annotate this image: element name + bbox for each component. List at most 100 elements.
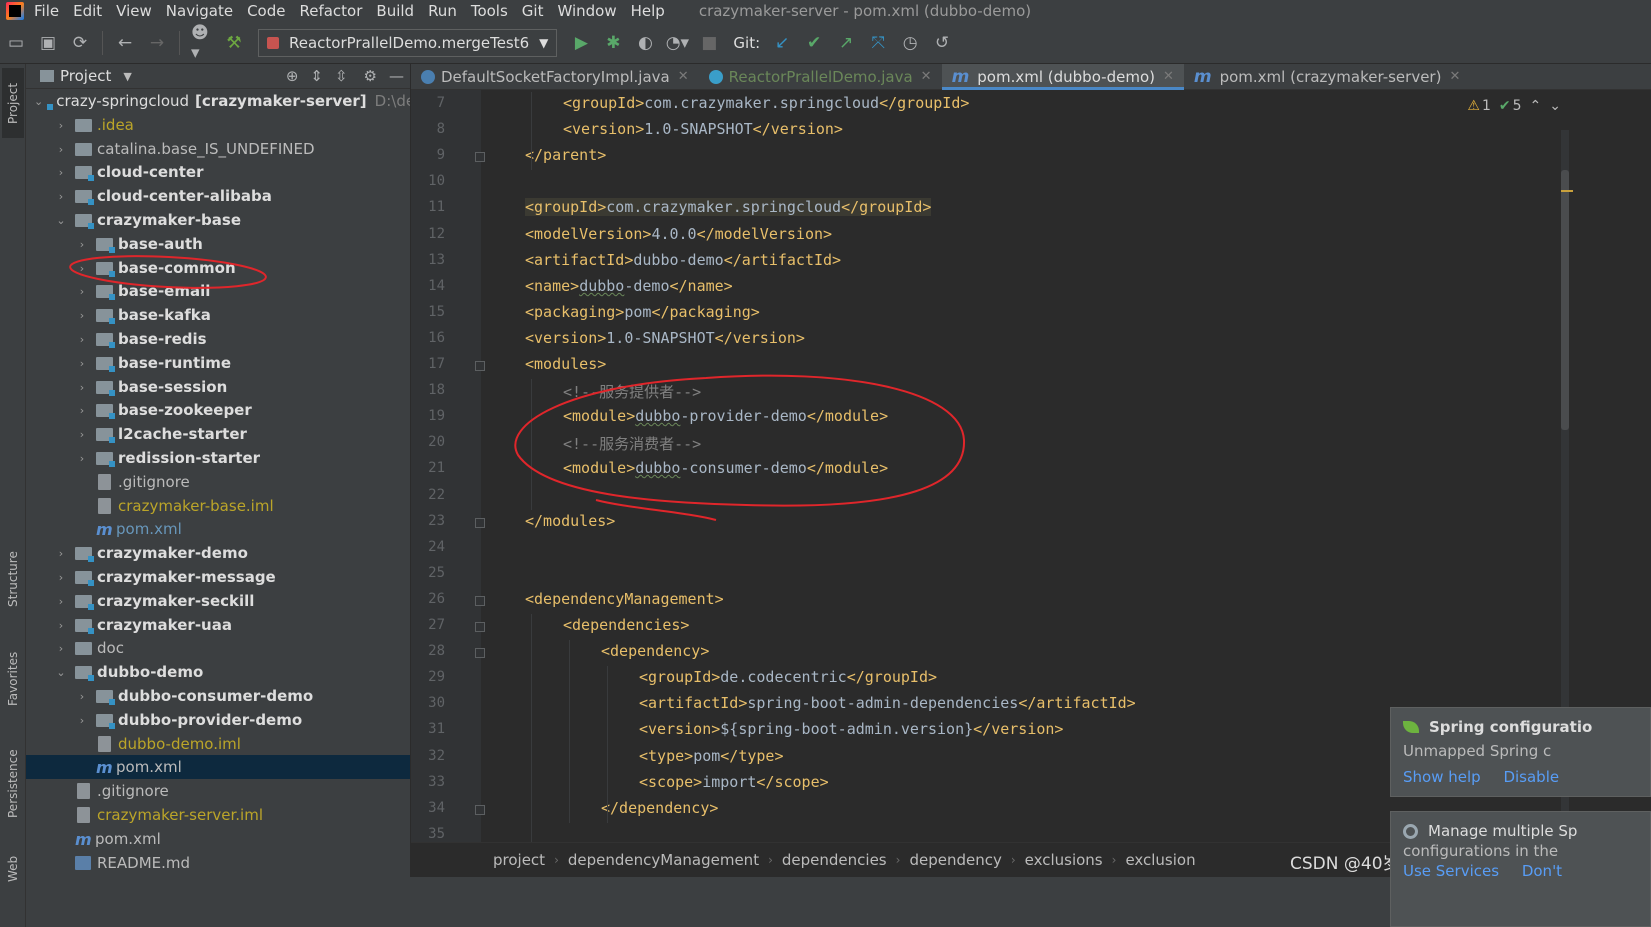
tree-item[interactable]: › cloud-center	[26, 160, 410, 184]
git-rollback-icon[interactable]: ↺	[931, 32, 953, 54]
code-line[interactable]: </dependency>	[601, 799, 718, 817]
fold-marker-icon[interactable]	[475, 622, 485, 632]
menu-run[interactable]: Run	[428, 0, 457, 22]
tree-item[interactable]: › dubbo-consumer-demo	[26, 684, 410, 708]
code-line[interactable]: <version>${spring-boot-admin.version}</v…	[639, 720, 1063, 738]
fold-marker-icon[interactable]	[475, 805, 485, 815]
structure-tool-tab[interactable]: Structure	[2, 534, 24, 624]
expand-all-icon[interactable]: ⇕	[310, 67, 323, 85]
chevron-down-icon[interactable]: ⌄	[34, 95, 43, 108]
scrollbar-thumb[interactable]	[1561, 170, 1569, 430]
fold-marker-icon[interactable]	[475, 596, 485, 606]
tree-item[interactable]: crazymaker-server.iml	[26, 803, 410, 827]
chevron-down-icon[interactable]: ▼	[123, 70, 131, 83]
chevron-right-icon[interactable]: ›	[55, 571, 67, 584]
disable-link[interactable]: Disable	[1503, 768, 1559, 786]
chevron-right-icon[interactable]: ›	[55, 143, 67, 156]
code-line[interactable]: <groupId>de.codecentric</groupId>	[639, 668, 937, 686]
breadcrumb-item[interactable]: dependencyManagement	[568, 851, 759, 869]
code-line[interactable]: </modules>	[525, 512, 615, 530]
breadcrumb-item[interactable]: project	[493, 851, 545, 869]
build-hammer-icon[interactable]: ⚒	[223, 32, 245, 54]
breadcrumb-item[interactable]: dependency	[909, 851, 1001, 869]
close-tab-icon[interactable]: ✕	[1449, 69, 1460, 84]
forward-arrow-icon[interactable]: →	[146, 32, 168, 54]
code-line[interactable]: <scope>import</scope>	[639, 773, 829, 791]
tree-item[interactable]: › crazymaker-demo	[26, 541, 410, 565]
menu-git[interactable]: Git	[522, 0, 544, 22]
code-line[interactable]: <module>dubbo-provider-demo</module>	[563, 407, 888, 425]
menu-window[interactable]: Window	[557, 0, 616, 22]
tree-item[interactable]: m pom.xml	[26, 755, 410, 779]
chevron-down-icon[interactable]: ⌄	[55, 214, 67, 227]
chevron-right-icon[interactable]: ›	[76, 714, 88, 727]
chevron-right-icon[interactable]: ›	[76, 357, 88, 370]
profile-icon[interactable]: ◔▾	[666, 32, 689, 54]
coverage-icon[interactable]: ◐	[634, 32, 656, 54]
fold-marker-icon[interactable]	[475, 648, 485, 658]
tree-item[interactable]: ⌄ crazymaker-base	[26, 208, 410, 232]
tree-item[interactable]: dubbo-demo.iml	[26, 732, 410, 756]
project-panel-title[interactable]: Project	[60, 67, 111, 85]
tree-item[interactable]: › base-auth	[26, 232, 410, 256]
menu-view[interactable]: View	[116, 0, 152, 22]
code-line[interactable]: <groupId>com.crazymaker.springcloud</gro…	[525, 198, 932, 216]
code-line[interactable]: <dependencies>	[563, 616, 689, 634]
tree-item[interactable]: m pom.xml	[26, 517, 410, 541]
tree-item[interactable]: › dubbo-provider-demo	[26, 708, 410, 732]
code-line[interactable]: <module>dubbo-consumer-demo</module>	[563, 459, 888, 477]
tree-item[interactable]: › base-common	[26, 256, 410, 280]
tree-item[interactable]: › crazymaker-message	[26, 565, 410, 589]
git-update-icon[interactable]: ↙	[771, 32, 793, 54]
tree-item[interactable]: › base-kafka	[26, 303, 410, 327]
code-line[interactable]: <!--服务提供者-->	[563, 381, 701, 402]
tree-item[interactable]: › doc	[26, 636, 410, 660]
save-all-icon[interactable]: ▣	[37, 32, 59, 54]
tree-item[interactable]: › base-runtime	[26, 351, 410, 375]
inspection-widget[interactable]: ⚠ 1 ✔ 5 ⌃ ⌄	[1459, 98, 1561, 114]
notification-services[interactable]: Manage multiple Sp configurations in the…	[1390, 811, 1651, 927]
git-merge-icon[interactable]: ⤧	[867, 32, 889, 54]
run-configuration-select[interactable]: ReactorPrallelDemo.mergeTest6 ▼	[258, 28, 558, 57]
menu-navigate[interactable]: Navigate	[166, 0, 233, 22]
dont-link[interactable]: Don't	[1522, 862, 1562, 880]
fold-marker-icon[interactable]	[475, 361, 485, 371]
gear-icon[interactable]: ⚙	[364, 67, 377, 85]
tree-item[interactable]: README.md	[26, 851, 410, 875]
user-dropdown-icon[interactable]: ☻▾	[191, 23, 213, 63]
tree-item[interactable]: › .idea	[26, 113, 410, 137]
open-folder-icon[interactable]: ▭	[5, 32, 27, 54]
tree-item[interactable]: › crazymaker-seckill	[26, 589, 410, 613]
show-help-link[interactable]: Show help	[1403, 768, 1481, 786]
debug-bug-icon[interactable]: ✱	[602, 32, 624, 54]
stop-icon[interactable]: ■	[698, 32, 720, 54]
code-line[interactable]: <packaging>pom</packaging>	[525, 303, 760, 321]
chevron-right-icon[interactable]: ›	[55, 119, 67, 132]
fold-marker-icon[interactable]	[475, 518, 485, 528]
run-play-icon[interactable]: ▶	[570, 32, 592, 54]
code-line[interactable]: <version>1.0-SNAPSHOT</version>	[563, 120, 843, 138]
tree-item[interactable]: › catalina.base_IS_UNDEFINED	[26, 137, 410, 161]
code-line[interactable]: <groupId>com.crazymaker.springcloud</gro…	[563, 94, 969, 112]
tree-root-item[interactable]: ⌄ crazy-springcloud [crazymaker-server] …	[26, 89, 410, 113]
chevron-right-icon[interactable]: ›	[76, 262, 88, 275]
collapse-all-icon[interactable]: ⇳	[335, 67, 348, 85]
code-line[interactable]: </parent>	[525, 146, 606, 164]
breadcrumb-item[interactable]: exclusion	[1125, 851, 1195, 869]
locate-target-icon[interactable]: ⊕	[286, 67, 299, 85]
code-line[interactable]: <modules>	[525, 355, 606, 373]
close-tab-icon[interactable]: ✕	[921, 69, 932, 84]
tree-item[interactable]: .gitignore	[26, 779, 410, 803]
tree-item[interactable]: › base-email	[26, 279, 410, 303]
code-line[interactable]: <!--服务消费者-->	[563, 433, 701, 454]
tree-item[interactable]: ⌄ dubbo-demo	[26, 660, 410, 684]
chevron-down-icon[interactable]: ⌄	[55, 666, 67, 679]
chevron-right-icon[interactable]: ›	[76, 690, 88, 703]
sync-icon[interactable]: ⟳	[69, 32, 91, 54]
chevron-right-icon[interactable]: ›	[76, 404, 88, 417]
chevron-right-icon[interactable]: ›	[55, 642, 67, 655]
web-tool-tab[interactable]: Web	[2, 844, 24, 894]
tree-item[interactable]: › crazymaker-uaa	[26, 613, 410, 637]
chevron-right-icon[interactable]: ›	[76, 333, 88, 346]
code-line[interactable]: <type>pom</type>	[639, 747, 784, 765]
